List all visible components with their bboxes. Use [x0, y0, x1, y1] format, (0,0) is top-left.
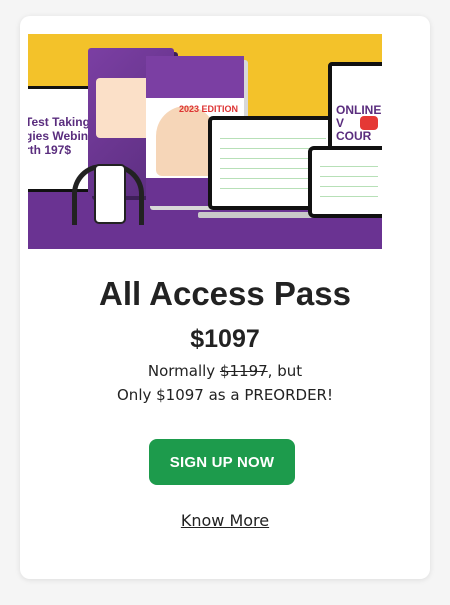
book-cover-header: [146, 56, 244, 98]
book-edition-label: 2023 EDITION: [178, 104, 238, 114]
product-title: All Access Pass: [99, 275, 351, 312]
hero-image: Test Taking gies Webinar rth 197$ 2023 E…: [28, 34, 382, 249]
sign-up-now-button[interactable]: SIGN UP NOW: [149, 439, 295, 485]
know-more-link[interactable]: Know More: [20, 511, 430, 530]
normal-suffix: , but: [267, 362, 303, 380]
phone-device: [94, 164, 126, 224]
child-photo: [156, 106, 216, 176]
monitor-text-2: COUR: [336, 129, 372, 143]
course-tablet: [308, 146, 382, 218]
normal-price-strikethrough: $1197: [219, 362, 268, 380]
product-price: $1097: [190, 325, 260, 353]
tablet-screen-content: [320, 160, 378, 206]
normal-prefix: Normally: [147, 362, 220, 380]
preorder-text: Only $1097 as a PREORDER!: [117, 386, 333, 404]
normal-price-line: Normally $1197, but: [20, 362, 430, 380]
play-icon: [360, 116, 378, 130]
